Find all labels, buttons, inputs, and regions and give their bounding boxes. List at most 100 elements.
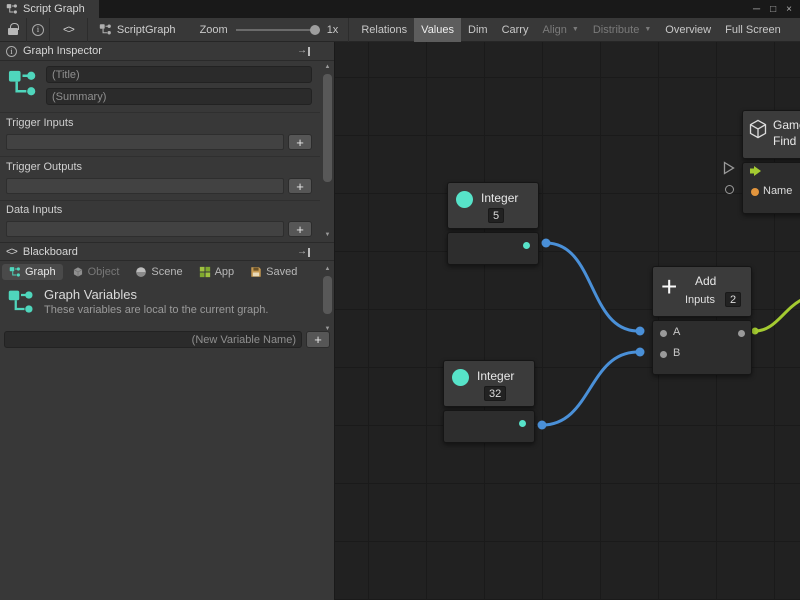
value-input-port[interactable] [725,185,734,194]
blackboard-header: <> Blackboard → [0,242,334,261]
chevron-down-icon: ▼ [644,26,651,33]
tab-app[interactable]: App [192,264,242,280]
integer-value-field[interactable]: 32 [484,386,506,401]
tab-saved[interactable]: Saved [243,264,304,280]
dock-arrow-icon[interactable]: → [297,247,310,257]
node-header[interactable]: Integer 5 [447,182,539,229]
integer-node-5[interactable]: Integer 5 [447,182,539,265]
node-body[interactable] [447,232,539,265]
scroll-down-icon[interactable]: ▼ [321,230,334,240]
titlebar: Script Graph ─ □ × [0,0,800,18]
maximize-icon[interactable]: □ [770,4,776,15]
save-disk-icon [250,266,262,278]
node-header[interactable]: + Add Inputs 2 [652,266,752,317]
overview-button[interactable]: Overview [658,18,718,42]
port-a-label: A [673,326,680,338]
name-input-port[interactable] [751,188,759,196]
wire-add-output [755,300,800,331]
add-data-input-button[interactable]: + [288,221,312,237]
app-grid-icon [199,266,211,278]
script-graph-icon [6,3,18,15]
minimize-icon[interactable]: ─ [753,4,760,15]
graph-toolbar: i <> ScriptGraph Zoom 1x Relations Value… [0,18,800,42]
graph-inspector-title: Graph Inspector [23,45,102,57]
node-title-line2: Find [773,134,796,148]
tab-graph[interactable]: Graph [2,264,63,280]
scroll-up-icon[interactable]: ▲ [321,62,334,72]
node-title-line1: Game [773,118,800,132]
scrollbar-thumb[interactable] [323,74,332,182]
blackboard-icon: <> [6,246,17,258]
new-variable-input[interactable] [4,331,302,348]
node-title: Integer [481,191,518,205]
cube-icon [72,266,84,278]
add-output-port[interactable] [738,330,745,337]
zoom-value: 1x [327,24,339,36]
find-node[interactable]: Game Find Name [742,110,800,214]
inputs-count-field[interactable]: 2 [725,292,741,307]
lock-icon[interactable] [8,28,18,35]
tab-object[interactable]: Object [65,264,127,280]
node-header[interactable]: Game Find [742,110,800,159]
scroll-up-icon[interactable]: ▲ [321,264,334,274]
dock-arrow-icon[interactable]: → [297,46,310,56]
scrollbar-thumb[interactable] [323,276,332,314]
divider [348,18,349,42]
zoom-slider[interactable] [236,29,320,31]
node-title: Add [695,274,716,288]
input-port-b[interactable] [660,351,667,358]
scene-icon [135,266,147,278]
values-button[interactable]: Values [414,18,461,42]
graph-tab-icon [9,266,21,278]
control-input-port[interactable] [723,161,735,175]
distribute-button[interactable]: Distribute▼ [586,18,658,42]
integer-output-port[interactable] [519,420,526,427]
integer-value-field[interactable]: 5 [488,208,504,223]
wire-integer32-to-add-b [542,352,638,425]
window-title: Script Graph [23,3,85,15]
dim-button[interactable]: Dim [461,18,495,42]
integer-output-port[interactable] [523,242,530,249]
data-inputs-list[interactable] [6,221,284,237]
graph-name-label: ScriptGraph [117,24,176,36]
inputs-label: Inputs [685,294,715,306]
inspector-scrollbar[interactable]: ▲ ▼ [321,62,334,240]
node-body[interactable] [443,410,535,443]
add-variable-button[interactable]: + [306,331,330,348]
tab-scene[interactable]: Scene [128,264,189,280]
align-button[interactable]: Align▼ [535,18,585,42]
node-body[interactable]: A B [652,320,752,375]
data-inputs-label: Data Inputs [6,204,62,216]
window-tab[interactable]: Script Graph [0,0,99,18]
trigger-inputs-list[interactable] [6,134,284,150]
close-icon[interactable]: × [786,4,792,15]
add-node[interactable]: + Add Inputs 2 A B [652,266,752,375]
integer-node-32[interactable]: Integer 32 [443,360,535,443]
node-header[interactable]: Integer 32 [443,360,535,407]
divider [26,18,27,42]
node-body[interactable]: Name [742,162,800,214]
graph-canvas[interactable]: Integer 5 Integer 32 + Add Inputs 2 A B [335,42,800,600]
fullscreen-button[interactable]: Full Screen [718,18,788,42]
name-port-label: Name [763,185,792,197]
flow-arrow-icon[interactable] [749,165,762,177]
carry-button[interactable]: Carry [495,18,536,42]
graph-title-input[interactable] [46,66,312,83]
graph-variables-title: Graph Variables [44,287,137,302]
zoom-slider-knob[interactable] [310,25,320,35]
info-icon[interactable]: i [32,24,44,36]
wire-integer5-to-add-a [546,243,638,331]
add-trigger-input-button[interactable]: + [288,134,312,150]
input-port-a[interactable] [660,330,667,337]
add-trigger-output-button[interactable]: + [288,178,312,194]
trigger-outputs-label: Trigger Outputs [6,161,82,173]
relations-button[interactable]: Relations [354,18,414,42]
trigger-outputs-list[interactable] [6,178,284,194]
zoom-label: Zoom [200,24,228,36]
graph-inspector-header: i Graph Inspector → [0,42,334,61]
chevron-down-icon: ▼ [572,26,579,33]
graph-summary-input[interactable] [46,88,312,105]
code-view-icon[interactable]: <> [55,24,82,36]
blackboard-scrollbar[interactable]: ▲ ▼ [321,264,334,334]
divider [0,156,320,157]
